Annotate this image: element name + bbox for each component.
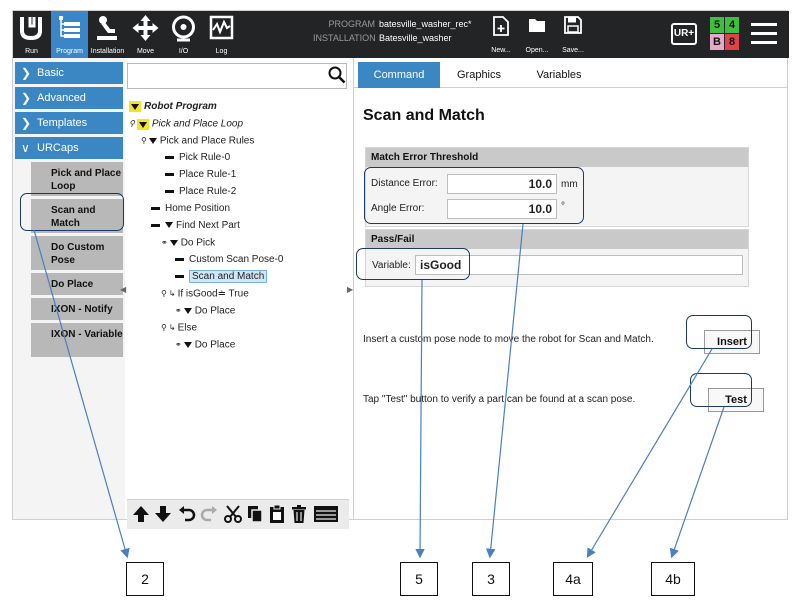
leader-line-4a	[586, 348, 713, 559]
leader-line-2	[33, 229, 130, 559]
leader-line-5	[415, 279, 425, 559]
leader-line-3	[485, 223, 524, 559]
callout-number-4b: 4b	[651, 562, 695, 596]
callout-number-2: 2	[126, 562, 164, 596]
leader-line-4b	[669, 406, 725, 559]
callout-number-3: 3	[472, 562, 510, 596]
callout-number-4a: 4a	[553, 562, 593, 596]
callout-number-5: 5	[400, 562, 438, 596]
callout-leader-lines	[33, 223, 725, 559]
